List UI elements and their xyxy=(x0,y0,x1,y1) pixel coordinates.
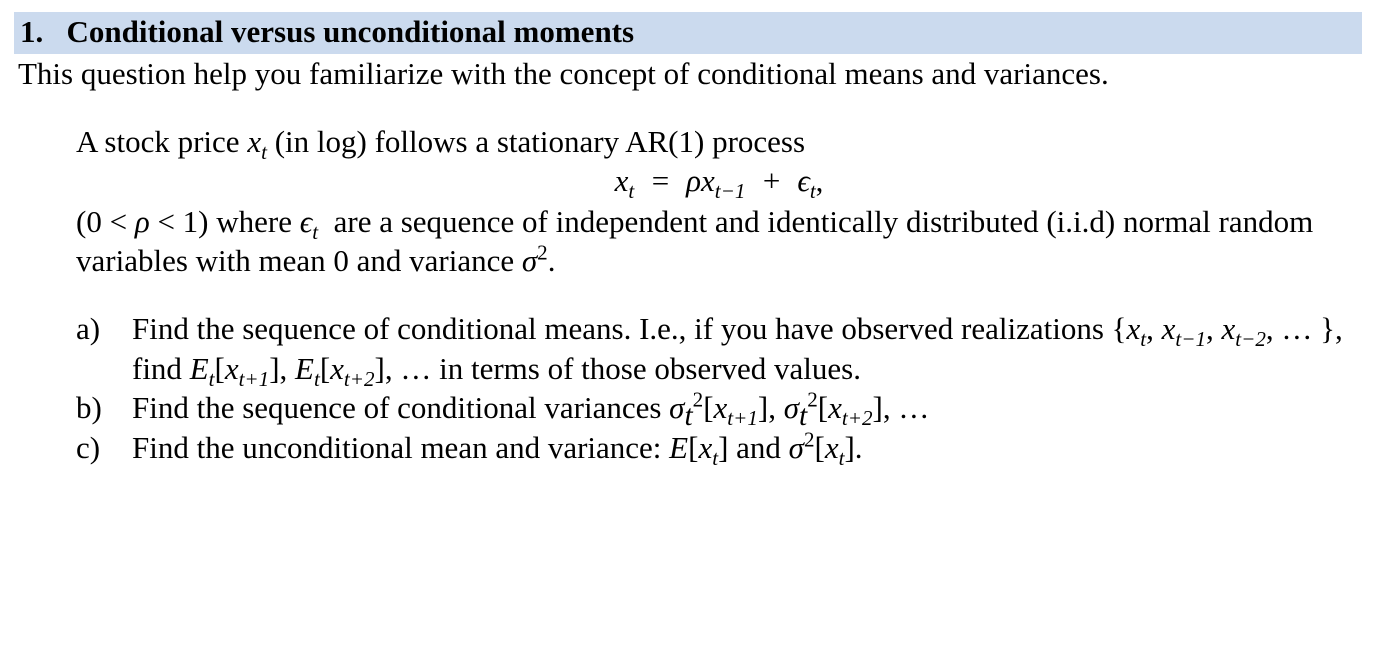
setup-line-2: (0 < ρ < 1) where ϵt are a sequence of i… xyxy=(76,202,1362,281)
ar1-equation: xt = ρxt−1 + ϵt, xyxy=(76,161,1362,201)
part-a: a) Find the sequence of conditional mean… xyxy=(76,309,1362,388)
intro-paragraph: This question help you familiarize with … xyxy=(18,54,1362,94)
section-number: 1. xyxy=(20,14,43,49)
setup-line-1: A stock price xt (in log) follows a stat… xyxy=(76,122,1362,162)
part-b-text: Find the sequence of conditional varianc… xyxy=(132,388,1362,428)
part-b: b) Find the sequence of conditional vari… xyxy=(76,388,1362,428)
part-b-label: b) xyxy=(76,388,132,428)
document-page: 1. Conditional versus unconditional mome… xyxy=(0,0,1380,488)
subparts-list: a) Find the sequence of conditional mean… xyxy=(76,309,1362,468)
section-heading-highlight: 1. Conditional versus unconditional mome… xyxy=(14,12,1362,54)
part-a-label: a) xyxy=(76,309,132,388)
part-c: c) Find the unconditional mean and varia… xyxy=(76,428,1362,468)
section-heading: 1. Conditional versus unconditional mome… xyxy=(20,14,634,49)
var-x: x xyxy=(247,124,261,159)
setup-line-1-post: (in log) follows a stationary AR(1) proc… xyxy=(267,124,805,159)
setup-line-1-pre: A stock price xyxy=(76,124,247,159)
part-a-text: Find the sequence of conditional means. … xyxy=(132,309,1362,388)
part-c-text: Find the unconditional mean and variance… xyxy=(132,428,1362,468)
section-title: Conditional versus unconditional moments xyxy=(67,14,635,49)
problem-setup: A stock price xt (in log) follows a stat… xyxy=(76,122,1362,281)
part-c-label: c) xyxy=(76,428,132,468)
